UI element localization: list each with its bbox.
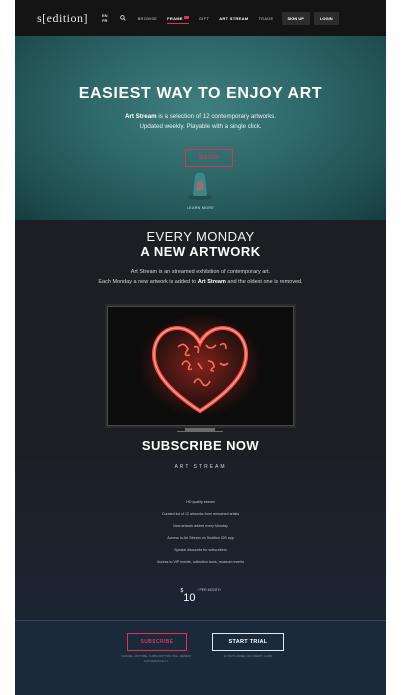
desc-line2b: Art Stream bbox=[197, 279, 226, 285]
hero-desc-bold: Art Stream bbox=[125, 113, 157, 120]
page-frame: s[edition] EN FR BROWSE FRAME GIFT ART S… bbox=[15, 0, 386, 695]
desc-line2a: Each Monday a new artwork is added to bbox=[98, 279, 198, 285]
hero-banner: EASIEST WAY TO ENJOY ART Art Stream is a… bbox=[15, 36, 386, 220]
watch-button[interactable]: WATCH bbox=[185, 149, 233, 167]
hero-title: EASIEST WAY TO ENJOY ART bbox=[78, 85, 323, 102]
subscribe-note: CANCEL ANYTIME, SUBSCRIPTION WILL RENEW … bbox=[121, 654, 191, 663]
feature-item: Curated list of 12 artworks from renowne… bbox=[161, 512, 240, 516]
section-subheading: A NEW ARTWORK bbox=[140, 244, 261, 259]
price-period: / PER MONTH bbox=[197, 588, 221, 592]
price-amount: 10 bbox=[183, 592, 196, 604]
section-description: Art Stream is an streamed exhibition of … bbox=[15, 267, 386, 287]
lang-fr[interactable]: FR bbox=[102, 18, 107, 23]
desc-line2c: and the oldest one is removed. bbox=[225, 279, 303, 285]
login-button[interactable]: LOGIN bbox=[313, 11, 339, 25]
hero-desc-line2: Updated weekly. Playable with a single c… bbox=[139, 123, 262, 130]
feature-item: Access to Art Stream on Sedition iOS app bbox=[167, 536, 234, 540]
new-badge bbox=[183, 15, 189, 19]
signup-button[interactable]: SIGN UP bbox=[281, 11, 310, 25]
trial-note: 14 DAYS FREE, NO CREDIT CARD bbox=[223, 654, 273, 658]
hero-description: Art Stream is a selection of 12 contempo… bbox=[15, 112, 386, 132]
every-monday-section: EVERY MONDAY A NEW ARTWORK Art Stream is… bbox=[15, 220, 386, 460]
subscribe-title: SUBSCRIBE NOW bbox=[141, 438, 260, 453]
hero-figure-image bbox=[188, 167, 212, 200]
nav-art-stream[interactable]: ART STREAM bbox=[219, 16, 248, 21]
subscribe-button[interactable]: SUBSCRIBE bbox=[127, 633, 187, 651]
desc-line1: Art Stream is an streamed exhibition of … bbox=[130, 269, 271, 275]
section-heading: EVERY MONDAY bbox=[146, 229, 255, 244]
feature-item: HD quality stream bbox=[186, 500, 215, 504]
start-trial-button[interactable]: START TRIAL bbox=[212, 633, 284, 651]
feature-item: New artwork added every Monday bbox=[173, 524, 228, 528]
nav-frame[interactable]: FRAME bbox=[167, 15, 189, 24]
language-switcher[interactable]: EN FR bbox=[102, 13, 108, 23]
hero-desc-rest: is a selection of 12 contemporary artwor… bbox=[156, 113, 276, 120]
feature-item: Access to VIP events, collection tours, … bbox=[156, 560, 245, 564]
site-logo[interactable]: s[edition] bbox=[37, 11, 88, 26]
search-icon[interactable] bbox=[118, 13, 128, 23]
nav-trade[interactable]: TRADE bbox=[258, 16, 273, 21]
cta-footer: SUBSCRIBE START TRIAL CANCEL ANYTIME, SU… bbox=[15, 620, 386, 695]
subscribe-section: SUBSCRIBE NOW ART STREAM HD quality stre… bbox=[15, 431, 386, 620]
artwork-screen bbox=[107, 306, 294, 426]
feature-item: Special discounts for subscribers bbox=[174, 548, 227, 552]
divider bbox=[177, 431, 223, 432]
top-nav: s[edition] EN FR BROWSE FRAME GIFT ART S… bbox=[15, 0, 386, 36]
nav-frame-label: FRAME bbox=[167, 15, 183, 21]
neon-heart-artwork bbox=[138, 313, 262, 417]
nav-gift[interactable]: GIFT bbox=[199, 16, 209, 21]
feature-list: HD quality stream Curated list of 12 art… bbox=[15, 496, 386, 568]
nav-browse[interactable]: BROWSE bbox=[138, 16, 158, 21]
subscribe-subtitle: ART STREAM bbox=[174, 464, 227, 470]
price-label: $10/ PER MONTH bbox=[15, 588, 386, 606]
learn-more-link[interactable]: LEARN MORE bbox=[15, 206, 386, 210]
